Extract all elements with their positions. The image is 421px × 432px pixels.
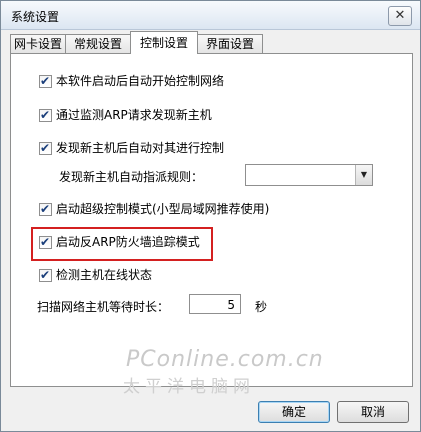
ok-button[interactable]: 确定 xyxy=(258,401,330,423)
tab-network-card[interactable]: 网卡设置 xyxy=(10,34,66,53)
scan-wait-label: 扫描网络主机等待时长： xyxy=(37,300,170,314)
control-settings-panel: ✔ 本软件启动后自动开始控制网络 ✔ 通过监测ARP请求发现新主机 ✔ 发现新主… xyxy=(10,53,413,397)
auto-rule-label: 发现新主机自动指派规则： xyxy=(59,170,204,184)
check-icon: ✔ xyxy=(40,108,51,122)
auto-rule-select[interactable]: ▼ xyxy=(245,164,373,186)
watermark-text: 太平洋电脑网 xyxy=(123,377,255,397)
scan-wait-input[interactable]: 5 xyxy=(189,294,241,314)
check-icon: ✔ xyxy=(40,235,51,249)
check-icon: ✔ xyxy=(40,74,51,88)
check-icon: ✔ xyxy=(40,268,51,282)
checkbox[interactable]: ✔ xyxy=(39,235,52,249)
check-icon: ✔ xyxy=(40,141,51,155)
check-icon: ✔ xyxy=(40,202,51,216)
tab-control[interactable]: 控制设置 xyxy=(130,31,198,54)
settings-window: 系统设置 ✕ 网卡设置 常规设置 控制设置 界面设置 ✔ 本软件启动后自动开始控… xyxy=(0,0,421,432)
dropdown-arrow-icon[interactable]: ▼ xyxy=(355,165,372,185)
window-title: 系统设置 xyxy=(11,10,60,24)
tab-general[interactable]: 常规设置 xyxy=(65,34,131,53)
scan-wait-unit: 秒 xyxy=(255,300,268,314)
close-button[interactable]: ✕ xyxy=(388,6,412,26)
title-bar: 系统设置 ✕ xyxy=(1,1,420,30)
close-icon: ✕ xyxy=(394,8,406,23)
checkbox[interactable]: ✔ xyxy=(39,108,52,122)
checkbox[interactable]: ✔ xyxy=(39,202,52,216)
checkbox[interactable]: ✔ xyxy=(39,268,52,282)
tab-interface[interactable]: 界面设置 xyxy=(197,34,263,53)
cancel-button[interactable]: 取消 xyxy=(337,401,409,423)
watermark-logo: PConline.com.cn xyxy=(126,347,324,372)
checkbox[interactable]: ✔ xyxy=(39,141,52,155)
checkbox[interactable]: ✔ xyxy=(39,74,52,88)
